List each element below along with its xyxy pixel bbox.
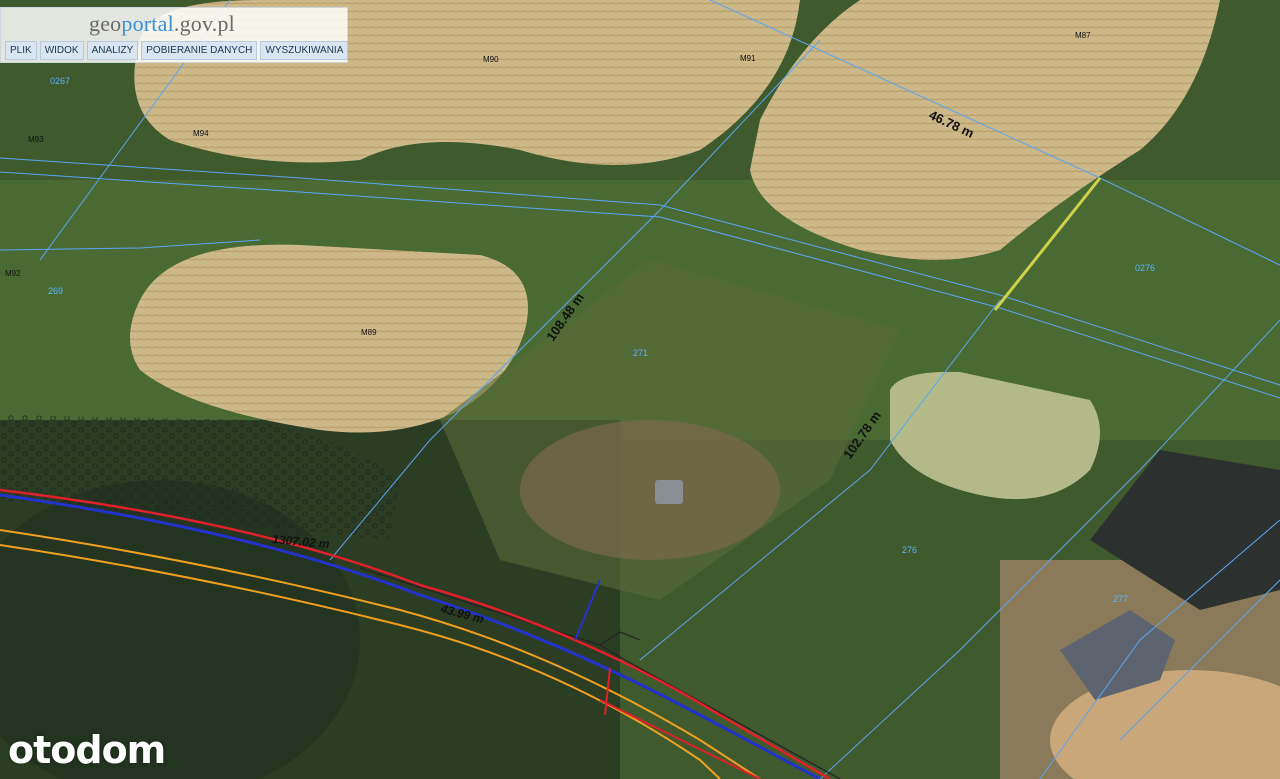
parcel-label-271: 271 bbox=[633, 348, 648, 358]
parcel-label-269: 269 bbox=[48, 286, 63, 296]
parcel-label-0276: 0276 bbox=[1135, 263, 1155, 273]
parcel-label-m92: M92 bbox=[5, 269, 21, 278]
bare-soil-patch bbox=[520, 420, 780, 560]
menu-item-widok[interactable]: WIDOK bbox=[39, 41, 84, 60]
parcel-label-0267: 0267 bbox=[50, 76, 70, 86]
parcel-label-m93: M93 bbox=[28, 135, 44, 144]
menu-item-plik[interactable]: PLIK bbox=[5, 41, 37, 60]
parcel-label-m91: M91 bbox=[740, 54, 756, 63]
parcel-label-276: 276 bbox=[902, 545, 917, 555]
geoportal-logo[interactable]: geoportal.gov.pl bbox=[89, 11, 235, 37]
menu-item-wyszukiwania[interactable]: WYSZUKIWANIA bbox=[260, 41, 349, 60]
parcel-label-m87: M87 bbox=[1075, 31, 1091, 40]
geoportal-toolbar: geoportal.gov.pl PLIK WIDOK ANALIZY POBI… bbox=[0, 7, 349, 63]
logo-suffix: .gov.pl bbox=[173, 11, 235, 36]
menu-item-pobieranie-danych[interactable]: POBIERANIE DANYCH bbox=[141, 41, 258, 60]
parcel-label-m89: M89 bbox=[361, 328, 377, 337]
parcel-label-m94: M94 bbox=[193, 129, 209, 138]
logo-prefix: geo bbox=[89, 11, 122, 36]
satellite-map[interactable]: 0267 269 271 276 0276 277 M90 M91 M87 M9… bbox=[0, 0, 1280, 779]
otodom-watermark: otodom bbox=[8, 728, 166, 772]
menu-item-analizy[interactable]: ANALIZY bbox=[86, 41, 139, 60]
parcel-label-277: 277 bbox=[1113, 594, 1128, 604]
menu-bar: PLIK WIDOK ANALIZY POBIERANIE DANYCH WYS… bbox=[5, 41, 349, 60]
parcel-label-m90: M90 bbox=[483, 55, 499, 64]
logo-accent: portal bbox=[121, 11, 174, 36]
small-shed bbox=[655, 480, 683, 504]
